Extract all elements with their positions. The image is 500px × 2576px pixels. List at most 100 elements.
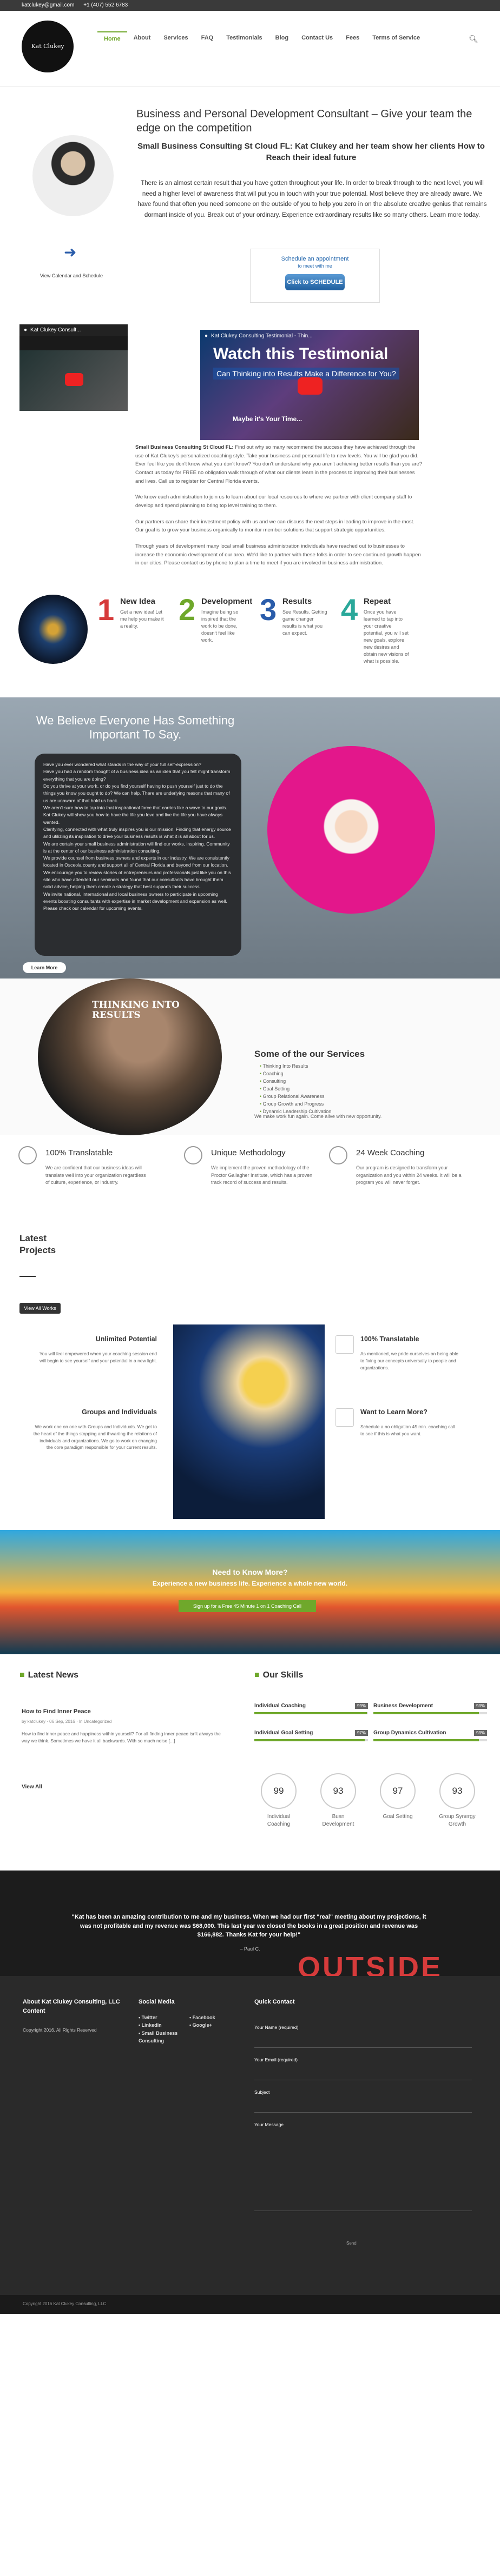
project-item: Groups and Individuals We work one on on… (32, 1408, 157, 1451)
nav-testimonials[interactable]: Testimonials (220, 31, 268, 45)
appointment-widget: Schedule an appointment to meet with me … (250, 249, 380, 303)
video-player-small[interactable]: ● Kat Clukey Consult... (19, 324, 128, 411)
project-title: 100% Translatable (360, 1335, 419, 1343)
step-title: Development (201, 597, 253, 607)
message-field[interactable]: Your Message (254, 2122, 472, 2212)
cta-subheading: Experience a new business life. Experien… (152, 1580, 348, 1588)
skill-dial: 97 Goal Setting (379, 1773, 417, 1821)
step-text: Imagine being so inspired that the work … (201, 609, 239, 643)
play-icon[interactable] (65, 373, 83, 386)
free-call-button[interactable]: Sign up for a Free 45 Minute 1 on 1 Coac… (179, 1600, 316, 1613)
twitter-link[interactable]: Twitter (139, 2014, 187, 2021)
footer-about-title: About Kat Clukey Consulting, LLC Content (23, 1999, 120, 2014)
contact-email[interactable]: katclukey@gmail.com (22, 2, 74, 8)
contact-phone[interactable]: +1 (407) 552 6783 (83, 2, 128, 8)
send-button[interactable]: Send (346, 2241, 357, 2246)
news-view-all-link[interactable]: View All (22, 1784, 42, 1790)
video-player-large[interactable]: ● Kat Clukey Consulting Testimonial - Th… (200, 330, 419, 440)
email-field[interactable]: Your Email (required) (254, 2057, 472, 2081)
logo-text: Kat Clukey (31, 42, 64, 50)
subject-input[interactable] (254, 2098, 472, 2113)
skill-fill (373, 1739, 479, 1742)
step-number: 4 (341, 593, 358, 627)
project-item: 100% Translatable As mentioned, we pride… (335, 1335, 460, 1371)
believe-paragraph: Have you had a random thought of a busin… (43, 769, 231, 782)
dial-value: 93 (439, 1773, 475, 1809)
dial-value: 93 (320, 1773, 356, 1809)
footer-social-title: Social Media (139, 1999, 175, 2006)
sign-in-icon[interactable]: ➜ (64, 243, 76, 261)
news-icon: ■ (19, 1670, 25, 1680)
dial-label: Goal Setting (383, 1814, 413, 1820)
google-plus-link[interactable]: Google+ (189, 2021, 215, 2029)
services-list-item: Coaching (260, 1070, 331, 1078)
subject-field[interactable]: Subject (254, 2089, 472, 2113)
hero-section: Business and Personal Development Consul… (0, 86, 500, 324)
features-section: 100% Translatable We are confident that … (0, 1135, 500, 1227)
clock-icon (329, 1146, 347, 1165)
search-icon[interactable]: 🔍︎ (469, 35, 478, 44)
nav-terms[interactable]: Terms of Service (366, 31, 426, 45)
top-bar: katclukey@gmail.com +1 (407) 552 6783 (0, 0, 500, 11)
step-title: Results (282, 597, 312, 607)
channel-avatar-icon: ● (205, 333, 208, 339)
nav-about[interactable]: About (127, 31, 157, 45)
social-links: Twitter LinkedIn Small Business Consulti… (139, 2014, 187, 2045)
nav-fees[interactable]: Fees (339, 31, 366, 45)
skill-fill (254, 1712, 367, 1715)
facebook-link[interactable]: Facebook (189, 2014, 215, 2021)
name-field[interactable]: Your Name (required) (254, 2025, 472, 2048)
dial-label: Busn Development (322, 1814, 354, 1827)
skill-track (254, 1739, 368, 1742)
learn-more-button[interactable]: Learn More (23, 962, 66, 974)
services-list-item: Consulting (260, 1078, 331, 1086)
services-list-item: Goal Setting (260, 1086, 331, 1093)
gear-icon (184, 1146, 202, 1165)
nav-home[interactable]: Home (97, 31, 127, 45)
believe-paragraph: Do you thrive at your work, or do you fi… (43, 783, 230, 803)
field-label: Your Name (required) (254, 2025, 299, 2031)
believe-paragraph: We encourage you to review stories of en… (43, 869, 231, 890)
dial-value: 97 (380, 1773, 416, 1809)
nav-blog[interactable]: Blog (269, 31, 295, 45)
name-input[interactable] (254, 2033, 472, 2048)
believe-text-panel: Have you ever wondered what stands in th… (35, 754, 241, 956)
nav-services[interactable]: Services (157, 31, 194, 45)
news-post-meta: by katclukey · 06 Sep, 2016 · In Uncateg… (22, 1719, 112, 1725)
schedule-button[interactable]: Click to SCHEDULE (285, 274, 345, 290)
cta-banner: Need to Know More? Experience a new busi… (0, 1530, 500, 1655)
project-text: We work one on one with Groups and Indiv… (33, 1424, 157, 1450)
message-textarea[interactable] (254, 2130, 472, 2212)
main-nav: Home About Services FAQ Testimonials Blo… (97, 31, 426, 45)
services-list-item: Group Growth and Progress (260, 1101, 331, 1108)
news-post-title[interactable]: How to Find Inner Peace (22, 1708, 227, 1715)
video-headline: Watch this Testimonial (213, 345, 389, 363)
steps-section: 1 New Idea Get a new idea! Let me help y… (0, 584, 500, 697)
nav-faq[interactable]: FAQ (195, 31, 220, 45)
question-icon (335, 1408, 354, 1427)
news-post-excerpt: How to find inner peace and happiness wi… (22, 1731, 221, 1743)
project-title: Groups and Individuals (82, 1408, 157, 1416)
footer-bottom-bar: Copyright 2016 Kat Clukey Consulting, LL… (0, 2295, 500, 2314)
skill-bar: Group Dynamics Cultivation 93% (373, 1730, 487, 1742)
small-business-link[interactable]: Small Business Consulting (139, 2029, 187, 2045)
step-number: 3 (260, 593, 277, 627)
believe-heading: We Believe Everyone Has Something Import… (36, 714, 235, 742)
view-all-works-button[interactable]: View All Works (19, 1303, 61, 1314)
nav-contact[interactable]: Contact Us (295, 31, 339, 45)
schedule-link[interactable]: View Calendar and Schedule (34, 273, 109, 278)
services-note: We make work fun again. Come alive with … (254, 1114, 382, 1120)
project-text: Schedule a no obligation 45 min. coachin… (360, 1424, 455, 1436)
profile-photo (32, 135, 114, 216)
intro-paragraph: Through years of development many local … (135, 543, 421, 567)
video-tagline: Maybe it's Your Time... (233, 415, 302, 423)
play-icon[interactable] (298, 377, 323, 395)
feature-text: We are confident that our business ideas… (45, 1165, 146, 1186)
site-logo[interactable]: Kat Clukey (22, 21, 74, 72)
skill-bar: Individual Coaching 99% (254, 1703, 368, 1715)
feature-title: 100% Translatable (45, 1148, 113, 1158)
appointment-subtitle: to meet with me (298, 263, 332, 269)
linkedin-link[interactable]: LinkedIn (139, 2021, 187, 2029)
news-post: How to Find Inner Peace by katclukey · 0… (22, 1708, 227, 1745)
email-input[interactable] (254, 2065, 472, 2081)
